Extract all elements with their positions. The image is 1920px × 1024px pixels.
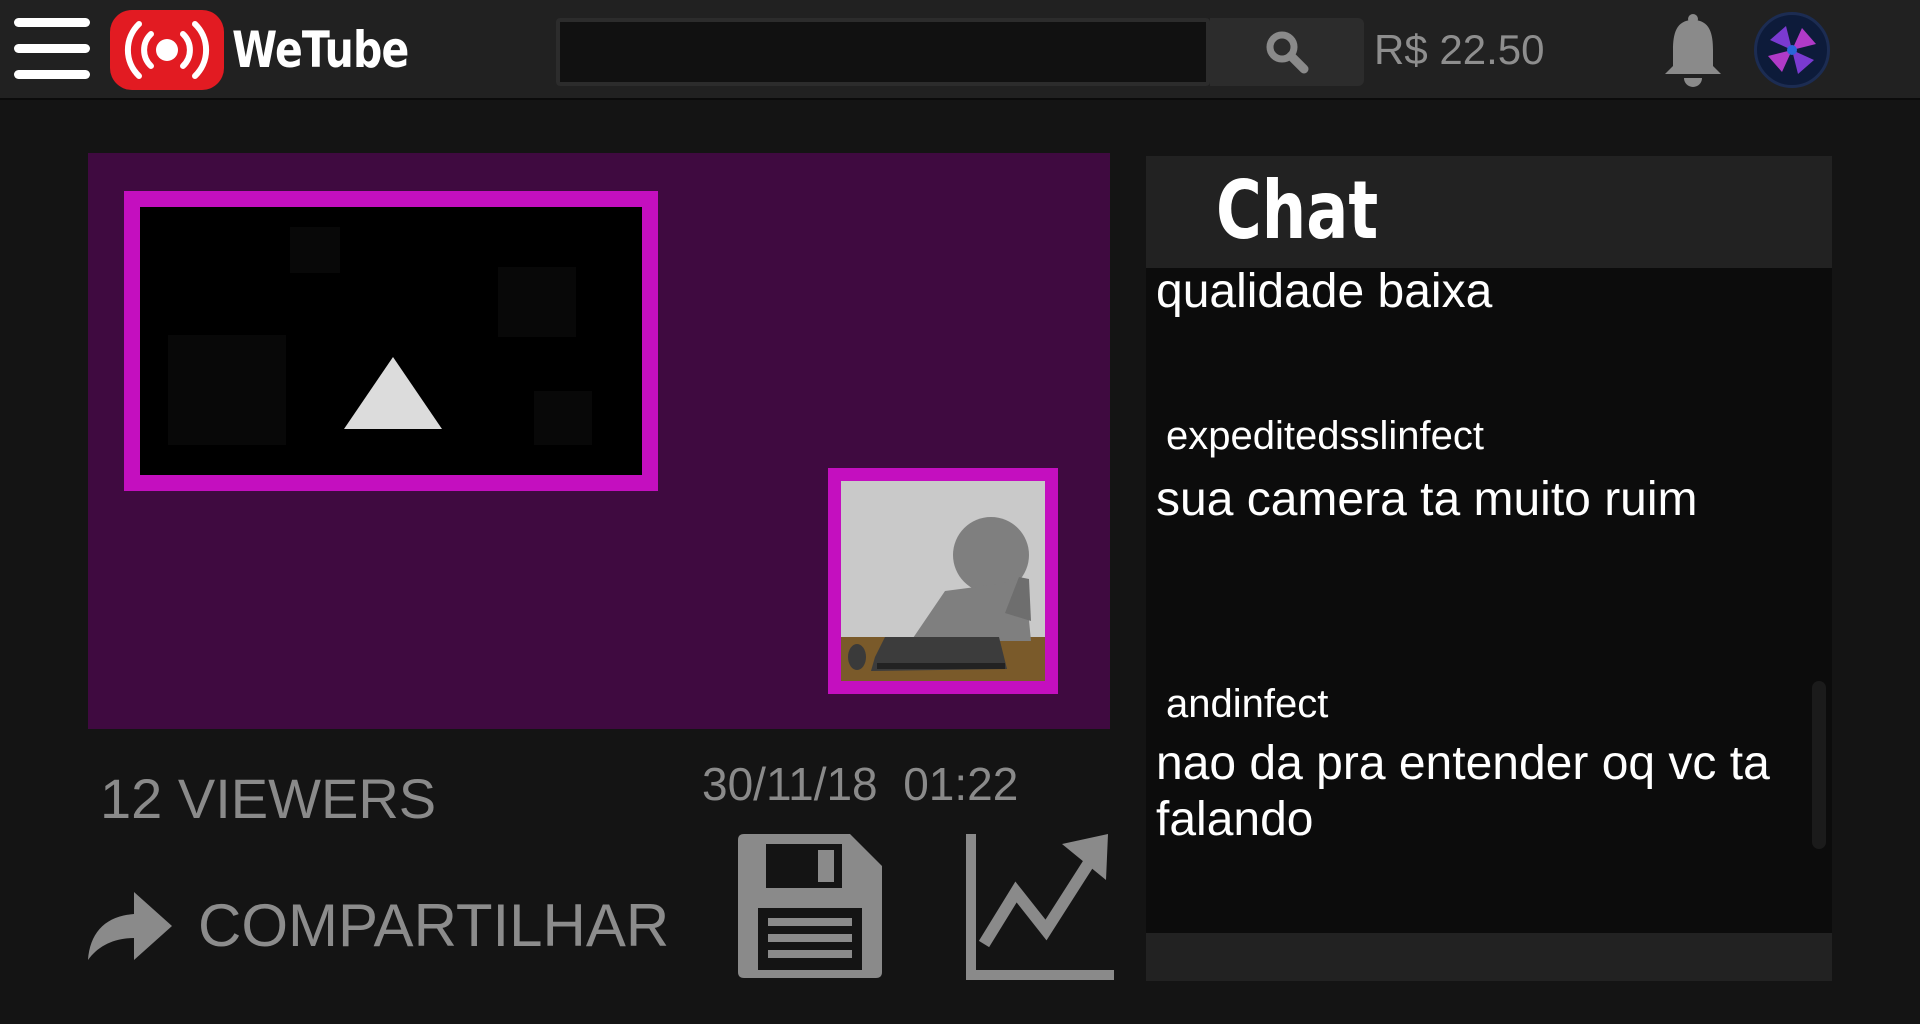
hamburger-menu-icon[interactable] [14, 18, 90, 80]
chat-panel: Chat qualidade baixa expeditedsslinfect … [1146, 156, 1832, 981]
viewer-count: 12 VIEWERS [100, 767, 437, 830]
share-arrow-icon [88, 892, 172, 960]
chat-header: Chat [1146, 156, 1832, 268]
play-icon[interactable] [344, 357, 442, 429]
chat-title: Chat [1216, 164, 1379, 257]
analytics-chart-icon[interactable] [966, 834, 1114, 980]
top-bar: WeTube R$ 22.50 [0, 0, 1920, 100]
search-icon [1266, 31, 1309, 74]
chat-footer [1146, 933, 1832, 981]
stream-date: 30/11/18 [702, 758, 878, 810]
chat-message-text: sua camera ta muito ruim [1156, 473, 1698, 526]
chat-message-text: nao da pra entender oq vc ta falando [1156, 737, 1770, 846]
live-broadcast-icon [110, 10, 224, 90]
stream-datetime: 30/11/18 01:22 [702, 757, 1018, 811]
chat-message-text: qualidade baixa [1156, 265, 1493, 318]
video-player[interactable] [88, 153, 1110, 729]
stream-time: 01:22 [903, 758, 1019, 810]
chat-message-username: expeditedsslinfect [1166, 414, 1484, 458]
search-input[interactable] [556, 18, 1210, 86]
balance-amount: R$ 22.50 [1374, 26, 1545, 73]
webcam-view[interactable] [828, 468, 1058, 694]
search-button[interactable] [1210, 18, 1364, 86]
logo-text: WeTube [232, 21, 409, 79]
screen-share-view[interactable] [124, 191, 658, 491]
avatar[interactable] [1754, 12, 1830, 88]
share-label: COMPARTILHAR [198, 891, 670, 959]
share-button[interactable]: COMPARTILHAR [88, 888, 669, 962]
logo[interactable]: WeTube [110, 10, 447, 90]
save-icon[interactable] [738, 834, 882, 978]
chat-scrollbar[interactable] [1812, 681, 1826, 849]
chat-message-username: andinfect [1166, 682, 1329, 726]
bell-icon[interactable] [1660, 12, 1726, 90]
